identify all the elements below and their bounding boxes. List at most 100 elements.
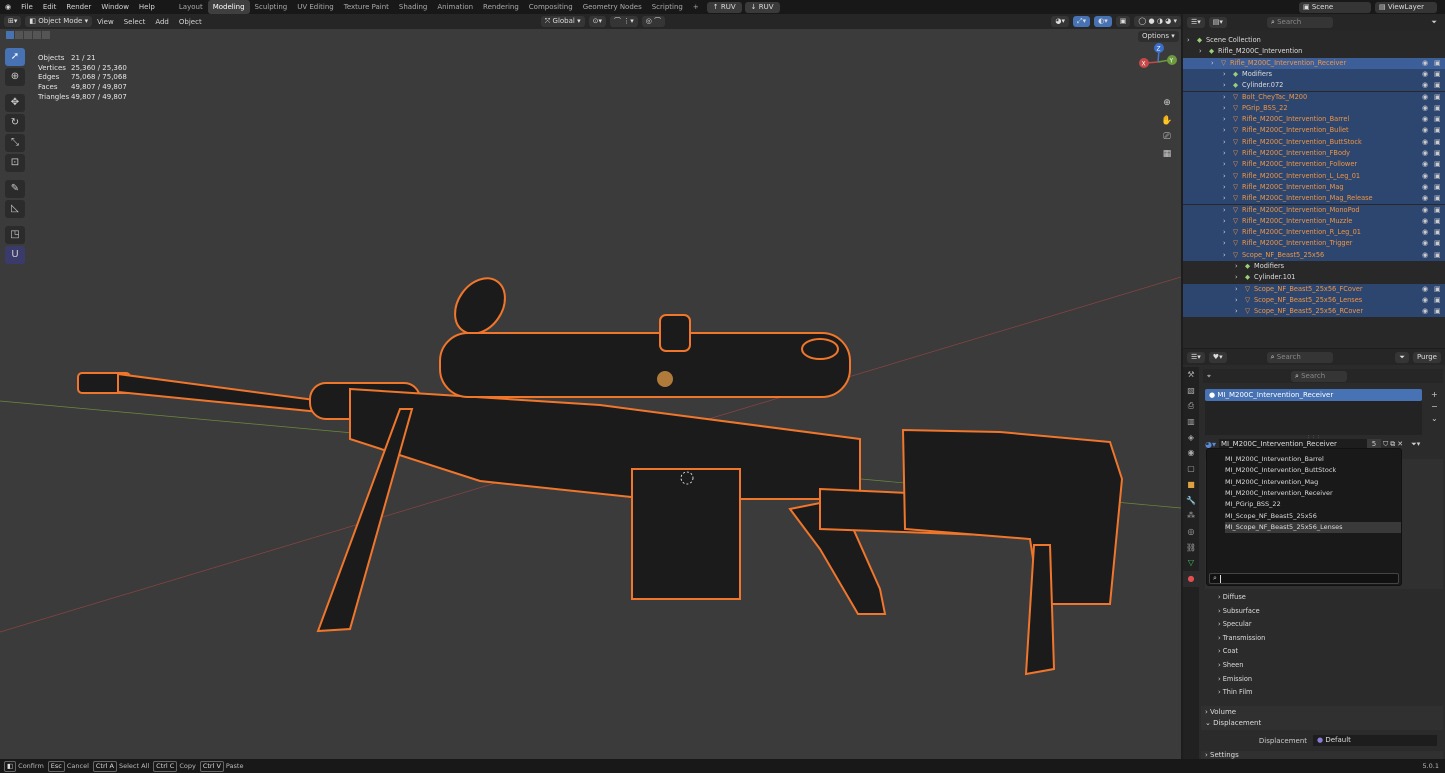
material-slot-item[interactable]: ● MI_M200C_Intervention_Receiver [1205,389,1422,401]
outliner-row[interactable]: › ▽ Rifle_M200C_Intervention_Barrel ◉ ▣ [1183,114,1445,126]
editor-type-icon[interactable]: ⊞▾ [4,16,22,27]
pin-icon[interactable]: ⌖ [1207,372,1211,381]
3d-viewport[interactable]: ➚ ⊕ ✥ ↻ ⤡ ⊡ ✎ ◺ ◳ U Objects 21 / 21 Verti… [0,29,1181,759]
snap-icon[interactable]: ⌒ ⋮▾ [610,16,638,27]
render-camera-icon[interactable]: ▣ [1434,182,1441,193]
select-box-icon[interactable]: ➚ [5,48,25,66]
add-workspace-button[interactable]: + [688,0,704,14]
material-tab-icon[interactable]: ● [1183,570,1199,587]
expand-chevron-icon[interactable]: › [1223,216,1226,227]
expand-chevron-icon[interactable]: › [1223,193,1226,204]
render-camera-icon[interactable]: ▣ [1434,58,1441,69]
subsection-header[interactable]: › Diffuse [1218,593,1246,601]
blender-logo-icon[interactable]: ◉ [0,0,16,14]
outliner-row[interactable]: › ▽ Rifle_M200C_Intervention_FBody ◉ ▣ [1183,148,1445,160]
displacement-dropdown[interactable]: ● Default [1313,735,1437,746]
viewlayer-selector[interactable]: ▤ ViewLayer [1375,1,1437,13]
expand-chevron-icon[interactable]: › [1211,58,1214,69]
expand-chevron-icon[interactable]: › [1235,284,1238,295]
tab-compositing[interactable]: Compositing [524,0,578,14]
visibility-eye-icon[interactable]: ◉ [1422,216,1428,227]
tool-tab-icon[interactable]: ⚒ [1183,367,1199,383]
move-tool-icon[interactable]: ✥ [5,94,25,112]
tab-uv-editing[interactable]: UV Editing [292,0,339,14]
tab-geometry-nodes[interactable]: Geometry Nodes [578,0,647,14]
expand-chevron-icon[interactable]: › [1199,46,1202,57]
view-layer-tab-icon[interactable]: ▥ [1183,414,1199,430]
slot-remove-icon[interactable]: − [1431,401,1441,413]
outliner-search[interactable]: ⌕ Search [1266,16,1333,28]
select-invert-icon[interactable] [33,31,41,39]
collection-tab-icon[interactable]: ▢ [1183,461,1199,477]
expand-chevron-icon[interactable]: › [1223,250,1226,261]
slot-add-icon[interactable]: + [1431,389,1441,401]
purge-button[interactable]: Purge [1412,351,1441,363]
render-camera-icon[interactable]: ▣ [1434,284,1441,295]
scale-tool-icon[interactable]: ⤡ [5,134,25,152]
visibility-eye-icon[interactable]: ◉ [1422,159,1428,170]
menu-add[interactable]: Add [150,15,174,29]
select-intersect-icon[interactable] [42,31,50,39]
render-tab-icon[interactable]: ▧ [1183,383,1199,399]
outliner-row[interactable]: › ▽ Rifle_M200C_Intervention_Bullet ◉ ▣ [1183,125,1445,137]
props-display-icon[interactable]: ♥▾ [1208,351,1227,363]
visibility-eye-icon[interactable]: ◉ [1422,103,1428,114]
object-tab-icon[interactable]: ■ [1183,477,1199,493]
select-extend-icon[interactable] [15,31,23,39]
tab-animation[interactable]: Animation [432,0,478,14]
transform-tool-icon[interactable]: ⊡ [5,154,25,172]
outliner-row[interactable]: › ▽ Bolt_CheyTac_M200 ◉ ▣ [1183,91,1445,103]
tab-layout[interactable]: Layout [174,0,208,14]
expand-chevron-icon[interactable]: › [1223,171,1226,182]
expand-chevron-icon[interactable]: › [1235,272,1238,283]
modifier-tab-icon[interactable]: 🔧 [1183,493,1199,509]
props-filter-icon[interactable]: ⏷ [1395,351,1409,363]
menu-help[interactable]: Help [134,0,160,14]
visibility-eye-icon[interactable]: ◉ [1422,295,1428,306]
material-option[interactable]: MI_M200C_Intervention_ButtStock [1225,465,1401,476]
subsection-header[interactable]: › Specular [1218,620,1252,628]
expand-chevron-icon[interactable]: › [1223,148,1226,159]
tab-sculpting[interactable]: Sculpting [250,0,293,14]
render-camera-icon[interactable]: ▣ [1434,238,1441,249]
browse-filter-icon[interactable]: ⏷▾ [1411,440,1420,449]
outliner-row[interactable]: › ▽ Scope_NF_Beast5_25x56 ◉ ▣ [1183,249,1445,261]
unlink-icon[interactable]: ✕ [1397,440,1403,448]
props-editor-icon[interactable]: ☰▾ [1187,351,1205,363]
popup-search-field[interactable]: ⌕ [1209,573,1399,584]
render-camera-icon[interactable]: ▣ [1434,137,1441,148]
outliner-editor-icon[interactable]: ☰▾ [1187,16,1205,28]
expand-chevron-icon[interactable]: › [1223,92,1226,103]
navigation-gizmo[interactable]: Z Y X [1138,36,1178,76]
render-camera-icon[interactable]: ▣ [1434,80,1441,91]
material-option[interactable]: MI_PGrip_BSS_22 [1225,499,1401,510]
cursor-tool-icon[interactable]: ⊕ [5,68,25,86]
outliner-row[interactable]: › ◆ Cylinder.072 ◉ ▣ [1183,80,1445,92]
visibility-eye-icon[interactable]: ◉ [1422,69,1428,80]
subsection-header[interactable]: › Coat [1218,647,1238,655]
menu-file[interactable]: File [16,0,38,14]
render-camera-icon[interactable]: ▣ [1434,295,1441,306]
visibility-eye-icon[interactable]: ◉ [1422,306,1428,317]
visibility-eye-icon[interactable]: ◉ [1422,250,1428,261]
outliner-row[interactable]: › ◆ Rifle_M200C_Intervention [1183,46,1445,57]
expand-chevron-icon[interactable]: › [1235,295,1238,306]
shading-modes-icon[interactable]: ◯ ● ◑ ◕ ▾ [1134,16,1181,27]
props-search[interactable]: ⌕ Search [1266,351,1333,363]
expand-chevron-icon[interactable]: › [1223,227,1226,238]
outliner-row[interactable]: › ▽ Rifle_M200C_Intervention_Follower ◉ ▣ [1183,159,1445,171]
render-camera-icon[interactable]: ▣ [1434,227,1441,238]
expand-chevron-icon[interactable]: › [1223,125,1226,136]
expand-chevron-icon[interactable]: › [1223,103,1226,114]
measure-tool-icon[interactable]: ◺ [5,200,25,218]
pivot-icon[interactable]: ⊙▾ [588,16,607,27]
tab-rendering[interactable]: Rendering [478,0,524,14]
menu-render[interactable]: Render [61,0,96,14]
render-camera-icon[interactable]: ▣ [1434,216,1441,227]
visibility-eye-icon[interactable]: ◉ [1422,125,1428,136]
render-camera-icon[interactable]: ▣ [1434,306,1441,317]
render-camera-icon[interactable]: ▣ [1434,171,1441,182]
outliner-row[interactable]: › ▽ Rifle_M200C_Intervention_Muzzle ◉ ▣ [1183,215,1445,228]
menu-window[interactable]: Window [96,0,134,14]
render-camera-icon[interactable]: ▣ [1434,250,1441,261]
